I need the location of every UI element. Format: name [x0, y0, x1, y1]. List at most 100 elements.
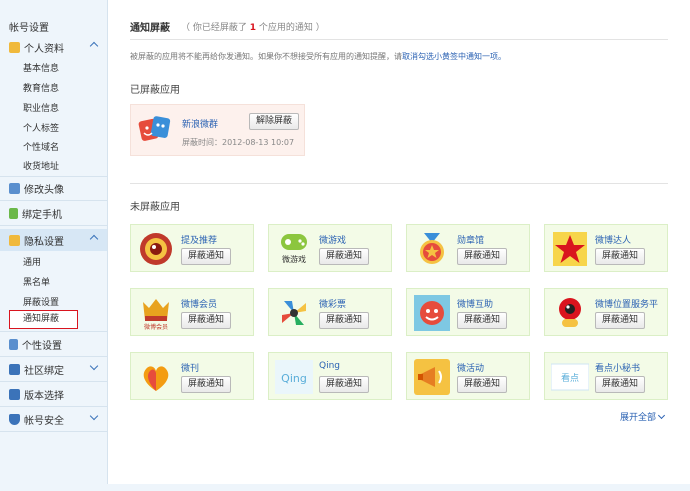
id-card-icon	[9, 41, 20, 53]
location-service-logo-icon	[551, 294, 589, 332]
chevron-down-icon	[89, 411, 99, 421]
weibo-mutual-aid-logo-icon	[413, 294, 451, 332]
shield-icon	[9, 413, 20, 425]
sidebar-section-label: 社区绑定	[24, 365, 64, 377]
sidebar-section-label: 帐号安全	[24, 415, 64, 427]
expand-all-link[interactable]: 展开全部	[620, 410, 666, 423]
lock-icon	[9, 234, 20, 246]
sidebar-heading: 帐号设置	[9, 23, 49, 34]
chevron-down-icon	[89, 361, 99, 371]
sidebar-item-general[interactable]: 通用	[23, 255, 41, 268]
weiyouxi-logo-text: 微游戏	[282, 254, 306, 264]
qing-logo-icon: Qing	[275, 358, 313, 396]
chevron-down-icon	[657, 411, 666, 420]
weibo-vip-logo-text: 微博会员	[144, 323, 168, 331]
block-notification-button[interactable]: 屏蔽通知	[319, 376, 370, 393]
block-notification-button[interactable]: 屏蔽通知	[595, 312, 646, 329]
sidebar-item-notification-block[interactable]: 通知屏蔽	[9, 310, 78, 329]
sidebar-section-phone[interactable]: 绑定手机	[0, 202, 107, 224]
sidebar-item-blacklist[interactable]: 黑名单	[23, 275, 50, 288]
footer-bar	[0, 484, 690, 491]
app-name[interactable]: 勋章馆	[457, 233, 484, 246]
medal-hall-logo-icon	[413, 230, 451, 268]
qing-logo-text: Qing	[281, 372, 307, 385]
kandian-logo-text: 看点	[561, 372, 579, 384]
app-card: 微活动 屏蔽通知	[406, 352, 530, 400]
block-notification-button[interactable]: 屏蔽通知	[457, 248, 508, 265]
sidebar-item-tags[interactable]: 个人标签	[23, 121, 59, 134]
app-name[interactable]: 微博位置服务平	[595, 297, 658, 310]
sidebar: 帐号设置 个人资料 基本信息 教育信息 职业信息 个人标签 个性域名 收货地址 …	[0, 0, 108, 491]
app-card: 微游戏 微游戏 屏蔽通知	[268, 224, 392, 272]
weibo-vip-logo-icon: 微博会员	[137, 294, 175, 332]
app-name[interactable]: 微彩票	[319, 297, 346, 310]
avatar-icon	[9, 182, 20, 194]
app-card: Qing Qing 屏蔽通知	[268, 352, 392, 400]
app-card: 微博会员 微博会员 屏蔽通知	[130, 288, 254, 336]
sidebar-section-security[interactable]: 帐号安全	[0, 408, 107, 430]
app-name[interactable]: 微游戏	[319, 233, 346, 246]
unblock-button[interactable]: 解除屏蔽	[249, 113, 300, 130]
app-name[interactable]: 微刊	[181, 361, 199, 374]
app-name[interactable]: Qing	[319, 361, 340, 371]
chevron-up-icon	[89, 234, 99, 244]
app-name[interactable]: 看点小秘书	[595, 361, 640, 374]
unblocked-apps-heading: 未屏蔽应用	[130, 202, 180, 213]
sidebar-section-version[interactable]: 版本选择	[0, 383, 107, 405]
blocked-apps-heading: 已屏蔽应用	[130, 85, 180, 96]
app-card: 微博互助 屏蔽通知	[406, 288, 530, 336]
sidebar-section-privacy[interactable]: 隐私设置	[0, 229, 107, 251]
sina-weiqun-logo-icon	[138, 114, 172, 144]
sidebar-section-label: 隐私设置	[24, 236, 64, 248]
sidebar-item-education[interactable]: 教育信息	[23, 81, 59, 94]
community-icon	[9, 363, 20, 375]
divider	[130, 39, 668, 40]
tip-text: 被屏蔽的应用将不能再给你发通知。如果你不想接受所有应用的通知提醒，请取消勾选小黄…	[130, 52, 506, 61]
sidebar-item-career[interactable]: 职业信息	[23, 101, 59, 114]
page-title: 通知屏蔽	[130, 23, 170, 34]
sidebar-section-personalize[interactable]: 个性设置	[0, 333, 107, 355]
blocked-count-note: （ 你已经屏蔽了 1 个应用的通知 ）	[181, 23, 325, 33]
blocked-app-card: 新浪微群 屏蔽时间：2012-08-13 10:07 解除屏蔽	[130, 104, 305, 156]
block-notification-button[interactable]: 屏蔽通知	[181, 376, 232, 393]
sidebar-item-domain[interactable]: 个性域名	[23, 140, 59, 153]
blocked-app-name[interactable]: 新浪微群	[182, 117, 218, 130]
app-name[interactable]: 微博达人	[595, 233, 631, 246]
sidebar-item-address[interactable]: 收货地址	[23, 159, 59, 172]
wrench-icon	[9, 338, 18, 350]
sidebar-section-label: 个性设置	[22, 340, 62, 352]
block-notification-button[interactable]: 屏蔽通知	[595, 376, 646, 393]
block-notification-button[interactable]: 屏蔽通知	[595, 248, 646, 265]
app-card: 微博达人 屏蔽通知	[544, 224, 668, 272]
block-notification-button[interactable]: 屏蔽通知	[457, 376, 508, 393]
app-name[interactable]: 微博互助	[457, 297, 493, 310]
app-card: 提及推荐 屏蔽通知	[130, 224, 254, 272]
app-card: 微刊 屏蔽通知	[130, 352, 254, 400]
kandian-secretary-logo-icon: 看点	[551, 358, 589, 396]
block-notification-button[interactable]: 屏蔽通知	[319, 248, 370, 265]
block-notification-button[interactable]: 屏蔽通知	[457, 312, 508, 329]
weibo-expert-logo-icon	[551, 230, 589, 268]
sidebar-item-basic-info[interactable]: 基本信息	[23, 61, 59, 74]
app-card: 看点 看点小秘书 屏蔽通知	[544, 352, 668, 400]
sidebar-section-label: 绑定手机	[22, 209, 62, 221]
blocked-time: 屏蔽时间：2012-08-13 10:07	[182, 138, 295, 147]
sidebar-item-block-settings[interactable]: 屏蔽设置	[23, 295, 59, 308]
weihuodong-logo-icon	[413, 358, 451, 396]
sidebar-section-label: 个人资料	[24, 43, 64, 55]
weiyouxi-logo-icon: 微游戏	[275, 230, 313, 268]
app-name[interactable]: 微博会员	[181, 297, 217, 310]
sidebar-section-community[interactable]: 社区绑定	[0, 358, 107, 380]
block-notification-button[interactable]: 屏蔽通知	[181, 248, 232, 265]
sidebar-section-label: 版本选择	[24, 390, 64, 402]
sidebar-section-profile[interactable]: 个人资料	[0, 36, 107, 58]
block-notification-button[interactable]: 屏蔽通知	[319, 312, 370, 329]
uncheck-notification-link[interactable]: 取消勾选小黄签中通知一项。	[402, 52, 506, 61]
sidebar-section-avatar[interactable]: 修改头像	[0, 177, 107, 199]
phone-icon	[9, 207, 18, 219]
blocked-count: 1	[249, 23, 257, 33]
app-name[interactable]: 微活动	[457, 361, 484, 374]
block-notification-button[interactable]: 屏蔽通知	[181, 312, 232, 329]
app-name[interactable]: 提及推荐	[181, 233, 217, 246]
app-card: 微博位置服务平 屏蔽通知	[544, 288, 668, 336]
